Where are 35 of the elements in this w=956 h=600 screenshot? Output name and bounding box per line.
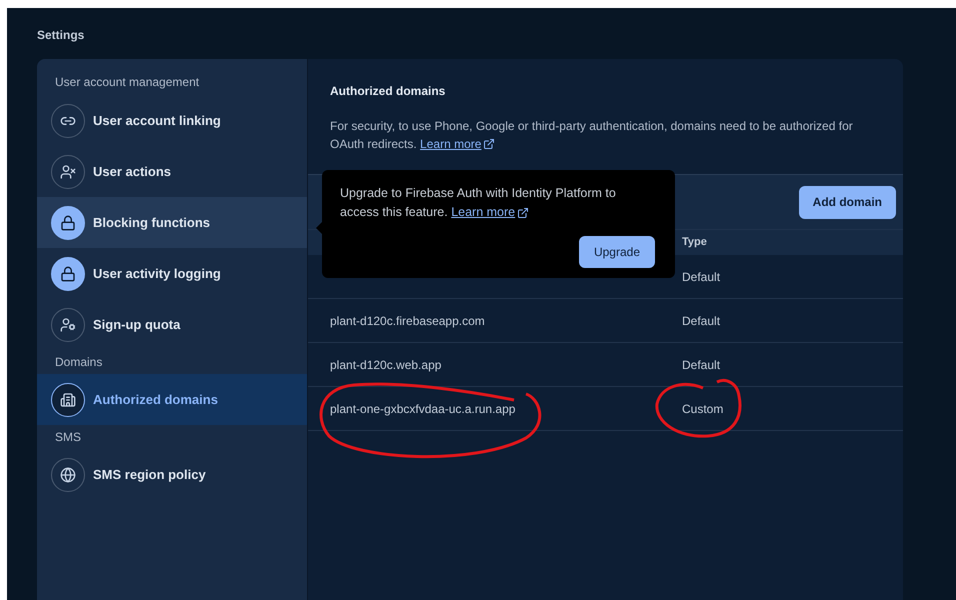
building-icon: [51, 382, 85, 416]
sidebar-item[interactable]: User actions: [37, 146, 307, 197]
link-icon: [51, 104, 85, 138]
sidebar-item[interactable]: Blocking functions: [37, 197, 307, 248]
section-label: User account management: [54, 74, 200, 91]
external-link-icon: [483, 138, 496, 150]
learn-more-link[interactable]: Learn more: [420, 135, 496, 153]
sidebar-item[interactable]: User activity logging: [37, 248, 307, 299]
sidebar-item[interactable]: User account linking: [37, 95, 307, 146]
content-title: Authorized domains: [330, 83, 446, 100]
domain-cell: plant-one-gxbcxfvdaa-uc.a.run.app: [330, 402, 516, 416]
type-cell-text: Default: [682, 312, 720, 330]
domain-cell: plant-d120c.web.app: [330, 358, 442, 372]
external-link-icon: [517, 206, 530, 218]
lock-icon: [51, 256, 85, 290]
type-cell-text: Default: [682, 268, 720, 286]
lock-icon: [51, 206, 85, 240]
page-title: Settings: [36, 27, 86, 44]
description: For security, to use Phone, Google or third-party authentication, domains need to be authorized for OAuth redirects. Learn more: [330, 118, 854, 153]
sidebar-item[interactable]: SMS region policy: [37, 449, 307, 500]
popup-learn-more-link[interactable]: Learn more: [451, 203, 530, 222]
user-gear-icon: [51, 308, 85, 342]
add-domain-button[interactable]: Add domain: [798, 186, 896, 218]
section-label: SMS: [54, 429, 82, 446]
sidebar-item[interactable]: Sign-up quota: [37, 299, 307, 350]
type-cell-text: Custom: [682, 400, 724, 418]
user-cross-icon: [51, 154, 85, 188]
upgrade-button[interactable]: Upgrade: [578, 236, 655, 268]
type-cell-text: Default: [682, 356, 720, 374]
domain-cell: plant-d120c.firebaseapp.com: [330, 314, 485, 328]
column-header: Type: [682, 235, 707, 250]
globe-icon: [51, 458, 85, 492]
sidebar-item[interactable]: Authorized domains: [37, 374, 307, 425]
section-label: Domains: [54, 354, 104, 371]
popup-text: Upgrade to Firebase Auth with Identity Platform to access this feature. Learn more: [340, 184, 640, 222]
